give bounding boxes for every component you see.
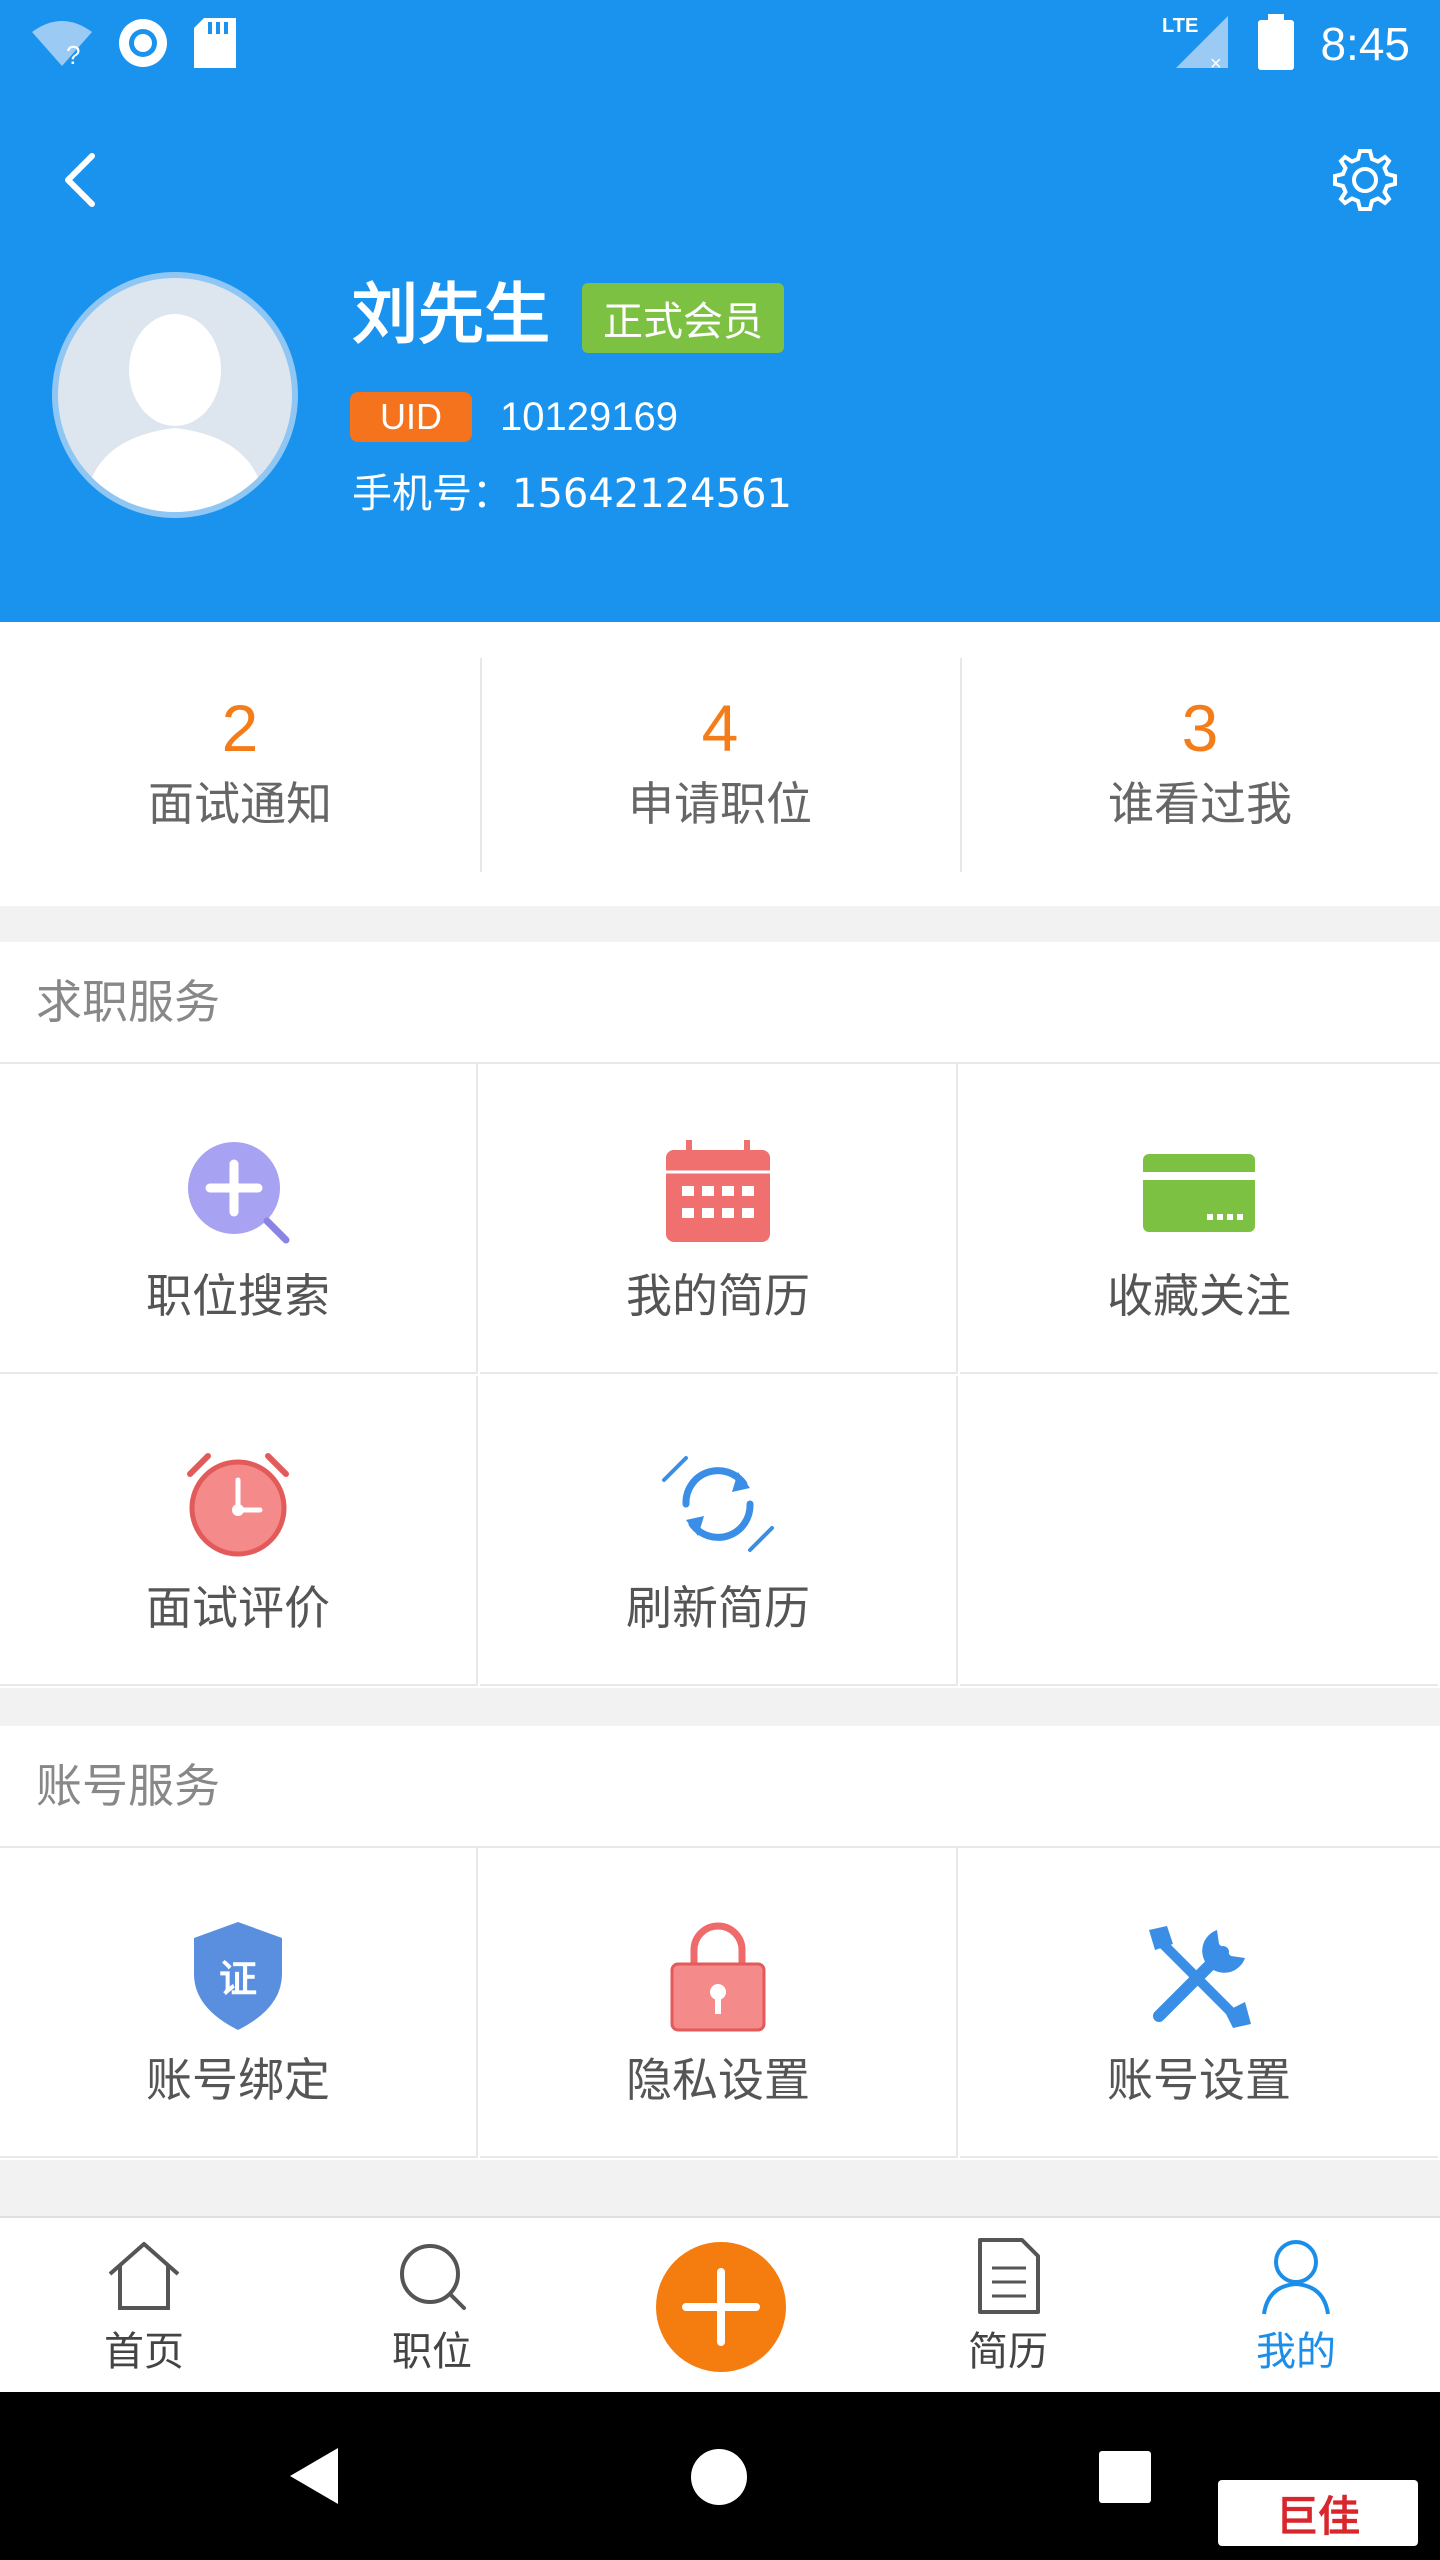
account-settings-item[interactable]: 账号设置 [960,1848,1438,2158]
status-bar: ? LTE × 8:45 [0,0,1440,86]
settings-button[interactable] [1330,145,1400,215]
sync-icon [116,16,170,74]
tab-mine[interactable]: 我的 [1196,2236,1396,2386]
status-time: 8:45 [1320,18,1410,70]
grid-item-label: 刷新简历 [626,1581,810,1635]
tab-resume[interactable]: 简历 [908,2236,1108,2386]
favorites-item[interactable]: 收藏关注 [960,1064,1438,1374]
watermark-logo: 巨佳 [1218,2480,1418,2546]
home-circle-icon[interactable] [690,2448,748,2506]
uid-badge: UID [350,392,472,442]
grid-item-label: 隐私设置 [626,2053,810,2107]
wifi-icon: ? [30,18,94,72]
job-search-item[interactable]: 职位搜索 [0,1064,478,1374]
uid-value: 10129169 [500,395,678,439]
stat-label: 面试通知 [148,777,332,831]
svg-text:×: × [1210,53,1222,72]
svg-text:LTE: LTE [1162,15,1198,37]
chevron-left-icon [65,153,95,207]
job-services-title: 求职服务 [0,942,1440,1064]
stat-label: 谁看过我 [1108,777,1292,831]
recents-square-icon[interactable] [1098,2450,1152,2504]
section-title-text: 账号服务 [36,1759,220,1813]
tab-home[interactable]: 首页 [44,2236,244,2386]
search-icon [400,2244,466,2310]
svg-text:证: 证 [219,1957,257,2001]
back-button[interactable] [50,145,110,215]
user-silhouette-icon [84,314,266,512]
tab-label: 首页 [104,2329,184,2375]
refresh-icon [662,1456,774,1552]
search-plus-icon [188,1142,290,1244]
account-binding-item[interactable]: 证 账号绑定 [0,1848,478,2158]
stat-label: 申请职位 [628,777,812,831]
grid-item-label: 面试评价 [146,1581,330,1635]
account-services-grid: 证 账号绑定 隐私设置 账号设置 [0,1848,1440,2160]
lock-icon [670,1922,766,2032]
card-icon [1143,1154,1255,1232]
battery-icon [1258,14,1295,74]
interview-review-item[interactable]: 面试评价 [0,1376,478,1686]
home-icon [108,2242,180,2310]
tab-label: 简历 [968,2329,1048,2375]
alarm-clock-icon [187,1453,289,1557]
grid-item-label: 收藏关注 [1107,1269,1291,1323]
shield-icon: 证 [194,1922,282,2030]
tab-jobs[interactable]: 职位 [332,2236,532,2386]
bottom-tab-bar: 首页 职位 简历 我的 [0,2216,1440,2392]
refresh-resume-item[interactable]: 刷新简历 [480,1376,958,1686]
stat-viewed-me[interactable]: 3 谁看过我 [960,622,1440,906]
profile-header: ? LTE × 8:45 刘先生 正式会员 UID 10129169 手机号：1… [0,0,1440,622]
phone-number: 手机号：15642124561 [352,466,792,522]
lte-signal-icon: LTE × [1162,12,1232,76]
stat-count: 4 [701,691,739,765]
document-icon [978,2238,1040,2314]
avatar[interactable] [52,272,298,518]
user-name: 刘先生 [352,276,550,353]
stats-bar: 2 面试通知 4 申请职位 3 谁看过我 [0,622,1440,906]
user-icon [1262,2240,1330,2315]
member-badge: 正式会员 [582,283,784,353]
job-services-grid: 职位搜索 我的简历 收藏关注 面试评价 刷新简历 [0,1064,1440,1688]
stat-interview-notice[interactable]: 2 面试通知 [0,622,480,906]
grid-item-label: 职位搜索 [146,1269,330,1323]
tools-icon [1149,1926,1251,2028]
account-services-title: 账号服务 [0,1726,1440,1848]
gear-icon [1333,149,1397,211]
phone-value: 15642124561 [512,471,792,517]
privacy-settings-item[interactable]: 隐私设置 [480,1848,958,2158]
calendar-icon [666,1140,770,1242]
stat-applied-jobs[interactable]: 4 申请职位 [480,622,960,906]
grid-item-label: 我的简历 [626,1269,810,1323]
section-title-text: 求职服务 [36,975,220,1029]
grid-item-label: 账号设置 [1107,2053,1291,2107]
sd-card-icon [192,16,238,74]
back-triangle-icon[interactable] [288,2446,342,2506]
tab-label: 职位 [392,2329,472,2375]
svg-text:?: ? [66,40,80,68]
empty-cell [960,1376,1438,1686]
add-button[interactable] [656,2242,786,2372]
my-resume-item[interactable]: 我的简历 [480,1064,958,1374]
plus-icon [682,2268,760,2346]
grid-item-label: 账号绑定 [146,2053,330,2107]
stat-count: 3 [1181,691,1219,765]
phone-label: 手机号： [352,471,512,517]
tab-label: 我的 [1256,2329,1336,2375]
stat-count: 2 [221,691,259,765]
